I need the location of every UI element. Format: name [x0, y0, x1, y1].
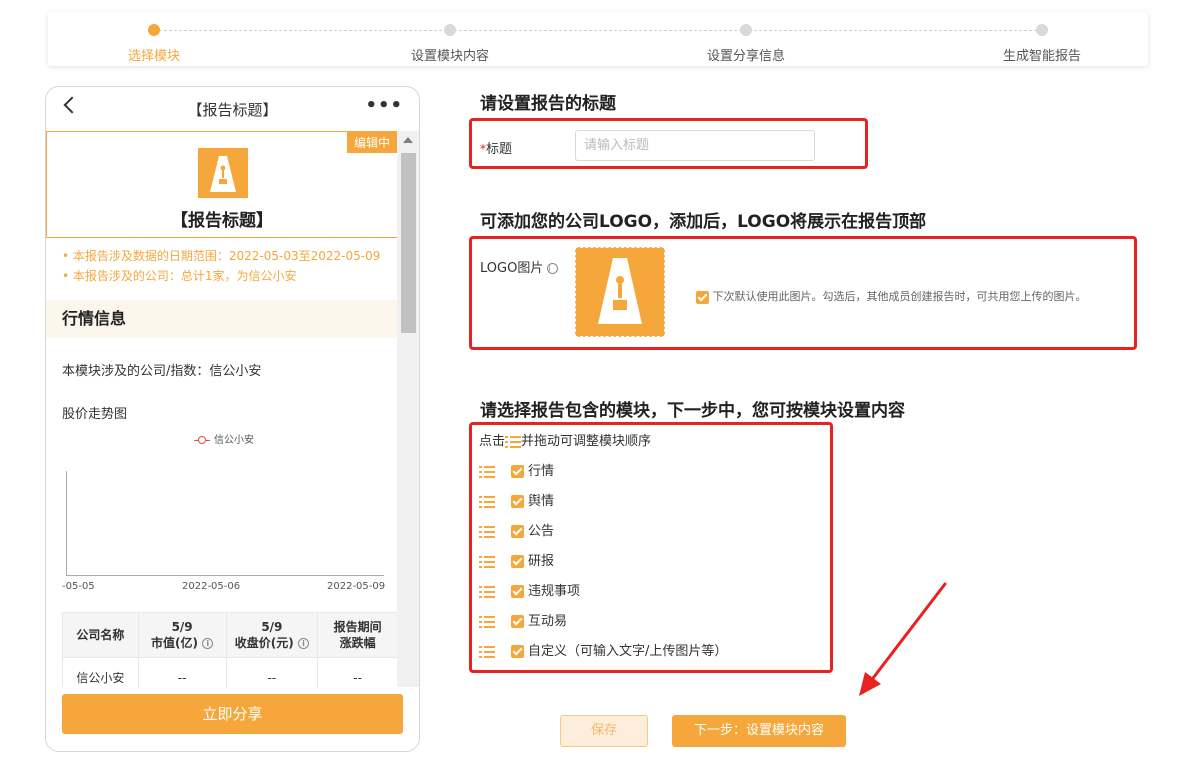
logo-image-icon — [598, 258, 642, 324]
module-item-research[interactable]: 研报 — [479, 550, 554, 570]
summary-date-range: 本报告涉及数据的日期范围：2022-05-03至2022-05-09 — [62, 246, 398, 266]
report-title: 【报告标题】 — [171, 211, 273, 231]
title-label: *标题 — [480, 142, 513, 157]
title-input[interactable] — [575, 130, 815, 161]
chart-title: 股价走势图 — [62, 407, 128, 422]
next-step-button[interactable]: 下一步：设置模块内容 — [672, 715, 846, 747]
step-dot — [444, 24, 456, 36]
drag-handle-icon[interactable] — [479, 645, 495, 658]
phone-header: 【报告标题】 ••• — [46, 87, 419, 131]
scroll-up-icon[interactable] — [403, 137, 413, 143]
scrollbar-thumb[interactable] — [401, 153, 416, 333]
drag-handle-icon — [505, 435, 522, 448]
info-icon[interactable]: i — [547, 263, 559, 274]
table-cell: 信公小安 — [62, 657, 139, 687]
annotation-arrow-icon — [859, 582, 947, 696]
x-tick-label: 2022-05-09 — [327, 581, 386, 592]
x-tick-label: -05-05 — [62, 581, 95, 592]
chart-legend: 信公小安 — [194, 431, 254, 446]
table-cell: -- — [317, 657, 398, 687]
checkbox-checked-icon[interactable] — [511, 525, 524, 538]
company-table: 公司名称 5/9 市值(亿) i 5/9 收盘价(元) i 报告期间 涨跌幅 信公小安… — [62, 612, 398, 687]
info-icon[interactable]: i — [202, 638, 214, 649]
module-label: 公告 — [528, 524, 555, 539]
checkbox-checked-icon[interactable] — [511, 465, 524, 478]
modules-hint: 点击 并拖动可调整模块顺序 — [479, 434, 652, 449]
step-dot — [1036, 24, 1048, 36]
section-title: 行情信息 — [46, 300, 398, 338]
table-header: 5/9 收盘价(元) i — [225, 612, 319, 658]
stepper: 选择模块 设置模块内容 设置分享信息 生成智能报告 — [48, 12, 1148, 66]
phone-title: 【报告标题】 — [187, 101, 278, 119]
step-label: 设置模块内容 — [410, 49, 489, 64]
module-item-custom[interactable]: 自定义（可输入文字/上传图片等） — [479, 640, 727, 660]
drag-handle-icon[interactable] — [479, 555, 495, 568]
checkbox-checked-icon[interactable] — [511, 555, 524, 568]
table-header: 公司名称 — [62, 612, 139, 658]
module-label: 舆情 — [528, 494, 555, 509]
step-share-info[interactable]: 设置分享信息 — [666, 24, 826, 64]
save-button[interactable]: 保存 — [560, 715, 648, 747]
module-item-quotes[interactable]: 行情 — [479, 460, 554, 480]
step-dot — [148, 24, 160, 36]
drag-handle-icon[interactable] — [479, 465, 495, 478]
step-label: 选择模块 — [127, 49, 180, 64]
chart-x-axis — [66, 575, 384, 576]
logo-default-option[interactable]: 下次默认使用此图片。勾选后，其他成员创建报告时，可共用您上传的图片。 — [696, 288, 1087, 304]
table-cell: -- — [225, 657, 319, 687]
title-section-heading: 请设置报告的标题 — [480, 94, 616, 114]
step-label: 生成智能报告 — [1002, 49, 1081, 64]
chart-y-axis — [66, 471, 67, 575]
more-icon[interactable]: ••• — [365, 95, 403, 116]
info-icon[interactable]: i — [297, 638, 309, 649]
checkbox-checked-icon[interactable] — [511, 585, 524, 598]
checkbox-checked-icon[interactable] — [511, 495, 524, 508]
phone-preview: 【报告标题】 ••• 编辑中 【报告标题】 本报告涉及数据的日期范围：2022-… — [45, 86, 420, 752]
logo-icon — [198, 148, 248, 198]
table-header-row: 公司名称 5/9 市值(亿) i 5/9 收盘价(元) i 报告期间 涨跌幅 — [62, 612, 398, 658]
share-now-button[interactable]: 立即分享 — [62, 694, 403, 734]
drag-handle-icon[interactable] — [479, 525, 495, 538]
table-header: 5/9 市值(亿) i — [137, 612, 227, 658]
modules-section-heading: 请选择报告包含的模块，下一步中，您可按模块设置内容 — [480, 401, 905, 421]
step-select-modules[interactable]: 选择模块 — [74, 24, 234, 64]
phone-scrollbar[interactable] — [397, 131, 419, 687]
logo-upload[interactable] — [575, 247, 665, 337]
module-label: 研报 — [528, 554, 555, 569]
editing-badge: 编辑中 — [346, 132, 397, 153]
checkbox-checked-icon[interactable] — [511, 645, 524, 658]
step-generate-report[interactable]: 生成智能报告 — [962, 24, 1122, 64]
logo-section-heading: 可添加您的公司LOGO，添加后，LOGO将展示在报告顶部 — [480, 212, 927, 232]
report-summary: 本报告涉及数据的日期范围：2022-05-03至2022-05-09 本报告涉及… — [46, 238, 398, 286]
table-cell: -- — [137, 657, 227, 687]
module-label: 违规事项 — [528, 584, 581, 599]
module-label: 自定义（可输入文字/上传图片等） — [528, 644, 728, 659]
summary-companies: 本报告涉及的公司：总计1家，为信公小安 — [62, 266, 398, 286]
phone-body: 编辑中 【报告标题】 本报告涉及数据的日期范围：2022-05-03至2022-… — [46, 131, 398, 687]
module-item-violations[interactable]: 违规事项 — [479, 580, 580, 600]
drag-handle-icon[interactable] — [479, 495, 495, 508]
step-label: 设置分享信息 — [706, 49, 785, 64]
module-label: 互动易 — [528, 614, 568, 629]
drag-handle-icon[interactable] — [479, 615, 495, 628]
drag-handle-icon[interactable] — [479, 585, 495, 598]
table-header: 报告期间 涨跌幅 — [317, 612, 398, 658]
x-tick-label: 2022-05-06 — [182, 581, 241, 592]
module-item-announcements[interactable]: 公告 — [479, 520, 554, 540]
checkbox-checked-icon[interactable] — [511, 615, 524, 628]
stepper-line — [154, 30, 1042, 31]
legend-line-marker-icon — [194, 436, 210, 444]
module-companies: 本模块涉及的公司/指数：信公小安 — [62, 364, 262, 379]
logo-label: LOGO图片 i — [480, 257, 559, 276]
step-set-content[interactable]: 设置模块内容 — [370, 24, 530, 64]
step-dot — [740, 24, 752, 36]
module-item-sentiment[interactable]: 舆情 — [479, 490, 554, 510]
module-label: 行情 — [528, 464, 555, 479]
module-item-interaction[interactable]: 互动易 — [479, 610, 567, 630]
table-row: 信公小安 -- -- -- — [62, 657, 398, 687]
report-header-block[interactable]: 编辑中 【报告标题】 — [46, 131, 398, 238]
legend-series-label: 信公小安 — [214, 435, 254, 446]
checkbox-checked-icon[interactable] — [696, 290, 709, 304]
